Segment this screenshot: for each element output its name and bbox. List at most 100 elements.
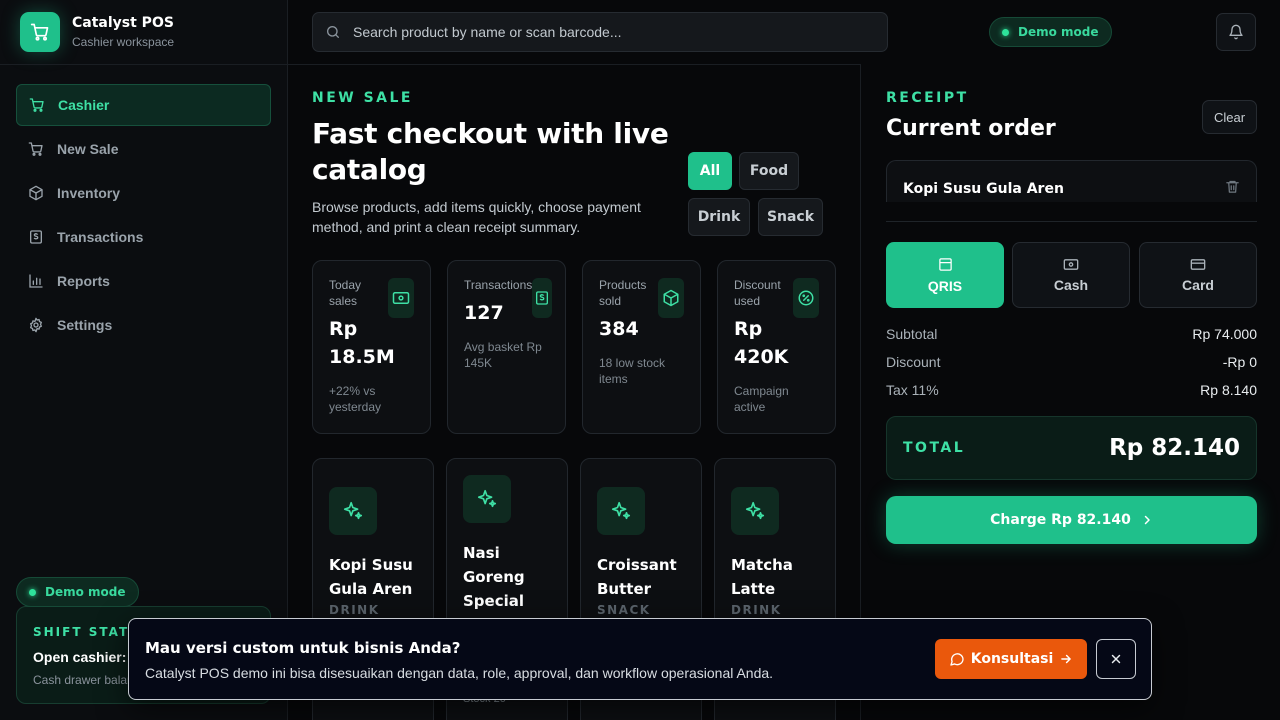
gear-icon xyxy=(30,317,42,333)
sparkle-icon xyxy=(463,475,511,523)
payment-method-label: Cash xyxy=(1053,276,1089,293)
product-category: DRINK xyxy=(329,603,380,617)
demo-mode-label: Demo mode xyxy=(1018,25,1099,39)
sparkle-icon xyxy=(597,487,645,535)
filter-chip-food[interactable]: Food xyxy=(739,152,799,190)
summary-label: Discount xyxy=(886,354,941,370)
close-icon xyxy=(1111,654,1121,664)
percent-badge-icon xyxy=(793,278,819,318)
total-value: Rp 82.140 xyxy=(1109,435,1240,461)
filter-chip-drink[interactable]: Drink xyxy=(688,198,750,236)
cart-logo-icon xyxy=(20,12,60,52)
brand-subtitle: Cashier workspace xyxy=(72,35,175,49)
search-input[interactable] xyxy=(353,24,853,40)
sparkle-icon xyxy=(731,487,779,535)
sidebar-item-label: Settings xyxy=(57,317,113,333)
chat-bubble-icon xyxy=(950,653,964,666)
search-bar[interactable] xyxy=(312,12,888,52)
charge-button-label: Charge Rp 82.140 xyxy=(990,512,1131,528)
summary-label: Subtotal xyxy=(886,326,938,342)
order-item-name: Kopi Susu Gula Aren xyxy=(903,180,1064,197)
product-category: SNACK xyxy=(597,603,651,617)
cash-icon xyxy=(388,278,414,318)
box-icon xyxy=(29,185,43,201)
bar-chart-icon xyxy=(29,274,43,288)
section-eyebrow: NEW SALE xyxy=(312,90,413,106)
receipt-icon xyxy=(532,278,552,318)
payment-method-label: QRIS xyxy=(927,277,963,294)
consult-button[interactable]: Konsultasi xyxy=(935,639,1087,679)
stat-sub: Avg basket Rp 145K xyxy=(464,340,542,370)
sidebar-item-transactions[interactable]: Transactions xyxy=(16,216,271,258)
credit-card-icon xyxy=(1190,258,1206,270)
top-demo-mode-badge: Demo mode xyxy=(989,17,1112,47)
summary-row-subtotal: Subtotal Rp 74.000 xyxy=(886,326,1257,342)
filter-chip-all[interactable]: All xyxy=(688,152,732,190)
summary-value: Rp 74.000 xyxy=(1192,326,1257,342)
stat-card-transactions: Transactions 127 Avg basket Rp 145K xyxy=(447,260,566,434)
sidebar-item-label: Inventory xyxy=(57,185,121,201)
payment-method-card[interactable]: Card xyxy=(1139,242,1257,308)
stat-label: Today sales xyxy=(329,278,362,308)
clear-button[interactable]: Clear xyxy=(1202,100,1257,134)
sidebar-item-label: New Sale xyxy=(57,141,119,157)
sidebar-item-label: Reports xyxy=(57,273,110,289)
product-category: DRINK xyxy=(731,603,782,617)
stat-value: 384 xyxy=(599,318,639,340)
banner-title: Mau versi custom untuk bisnis Anda? xyxy=(145,639,461,657)
stat-label: Products sold xyxy=(599,278,647,308)
custom-version-banner: Mau versi custom untuk bisnis Anda? Cata… xyxy=(128,618,1152,700)
stat-value: Rp 420K xyxy=(734,318,789,368)
summary-row-tax: Tax 11% Rp 8.140 xyxy=(886,382,1257,398)
status-dot-icon xyxy=(1002,28,1009,36)
stat-card-discount-used: Discount used Rp 420K Campaign active xyxy=(717,260,836,434)
trash-icon[interactable] xyxy=(1225,179,1240,194)
product-name: Croissant Butter xyxy=(597,556,677,598)
sidebar-item-inventory[interactable]: Inventory xyxy=(16,172,271,214)
total-label: TOTAL xyxy=(903,440,966,456)
page-subtitle: Browse products, add items quickly, choo… xyxy=(312,199,641,235)
demo-mode-label: Demo mode xyxy=(45,585,126,599)
filter-chip-snack[interactable]: Snack xyxy=(758,198,823,236)
sidebar-nav: Cashier New Sale Inventory Transactions … xyxy=(16,84,271,348)
payment-method-cash[interactable]: Cash xyxy=(1012,242,1130,308)
sidebar: Catalyst POS Cashier workspace Cashier N… xyxy=(0,0,288,720)
chevron-right-icon xyxy=(1144,515,1150,525)
stat-sub: +22% vs yesterday xyxy=(329,384,382,414)
sidebar-item-settings[interactable]: Settings xyxy=(16,304,271,346)
stat-sub: 18 low stock items xyxy=(599,356,666,386)
sidebar-item-new-sale[interactable]: New Sale xyxy=(16,128,271,170)
product-name: Kopi Susu Gula Aren xyxy=(329,556,413,598)
product-name: Matcha Latte xyxy=(731,556,793,598)
cart-icon xyxy=(29,98,44,112)
box-icon xyxy=(658,278,684,318)
sparkle-icon xyxy=(329,487,377,535)
receipt-icon xyxy=(30,230,42,244)
receipt-divider xyxy=(886,221,1257,222)
sidebar-item-label: Cashier xyxy=(58,97,110,113)
stat-card-today-sales: Today sales Rp 18.5M +22% vs yesterday xyxy=(312,260,431,434)
stat-label: Transactions xyxy=(464,278,533,292)
stat-card-products-sold: Products sold 384 18 low stock items xyxy=(582,260,701,434)
qris-icon xyxy=(938,257,952,271)
sidebar-divider xyxy=(0,64,288,65)
order-line-item[interactable]: Kopi Susu Gula Aren xyxy=(886,160,1257,202)
summary-value: -Rp 0 xyxy=(1222,354,1257,370)
sidebar-item-label: Transactions xyxy=(57,229,144,245)
payment-method-qris[interactable]: QRIS xyxy=(886,242,1004,308)
receipt-title: Current order xyxy=(886,116,1056,141)
consult-button-label: Konsultasi xyxy=(970,651,1054,667)
summary-value: Rp 8.140 xyxy=(1200,382,1257,398)
brand[interactable]: Catalyst POS Cashier workspace xyxy=(20,12,174,52)
stat-sub: Campaign active xyxy=(734,384,789,414)
close-banner-button[interactable] xyxy=(1096,639,1136,679)
sidebar-item-reports[interactable]: Reports xyxy=(16,260,271,302)
demo-mode-badge: Demo mode xyxy=(16,577,139,607)
page-title: Fast checkout with live catalog xyxy=(312,117,669,186)
sidebar-item-cashier[interactable]: Cashier xyxy=(16,84,271,126)
receipt-eyebrow: RECEIPT xyxy=(886,90,969,106)
charge-button[interactable]: Charge Rp 82.140 xyxy=(886,496,1257,544)
brand-title: Catalyst POS xyxy=(72,15,174,31)
stat-label: Discount used xyxy=(734,278,781,308)
notifications-button[interactable] xyxy=(1216,13,1256,51)
